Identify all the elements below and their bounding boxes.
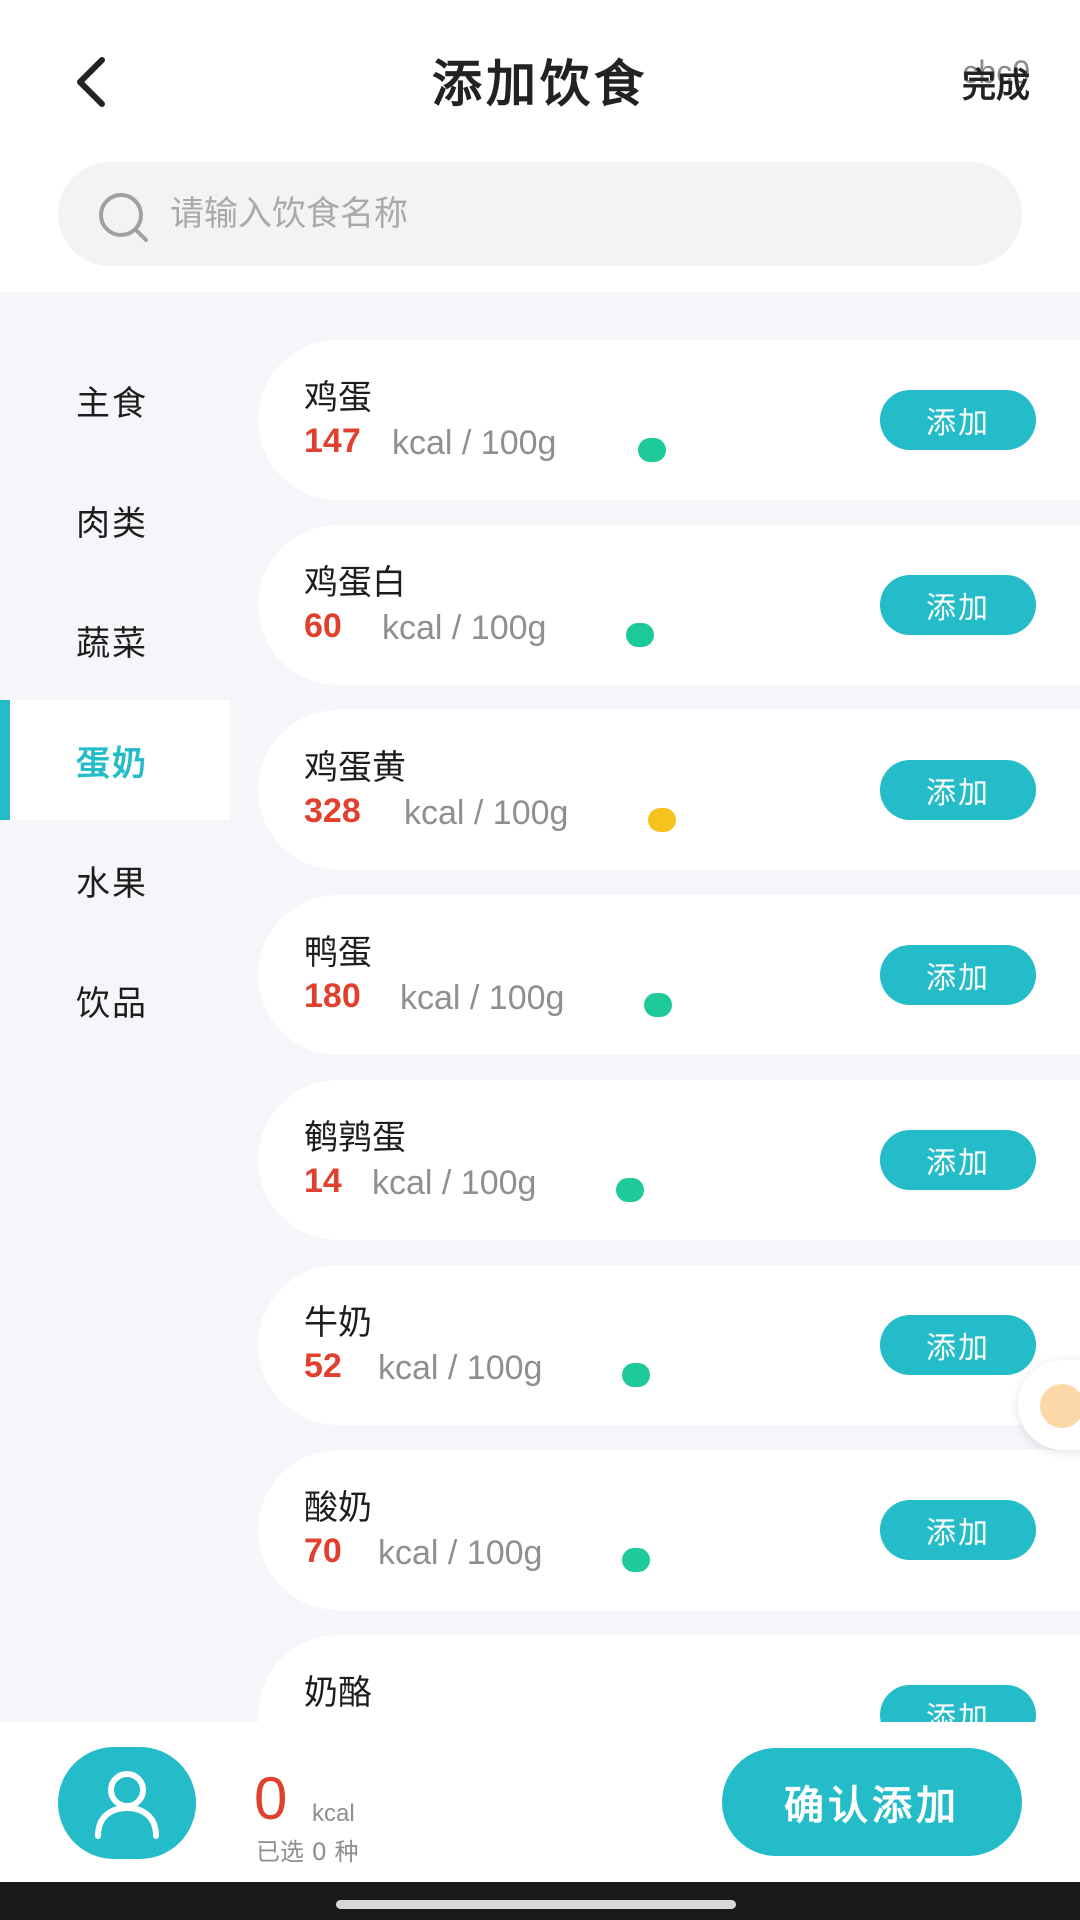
calorie-level-dot (622, 1548, 650, 1572)
food-item: 鸡蛋 147 kcal / 100g 添加 (258, 340, 1080, 500)
food-name: 鸡蛋黄 (304, 748, 406, 788)
add-button[interactable]: 添加 (880, 1685, 1036, 1722)
food-name: 牛奶 (304, 1303, 372, 1343)
food-name: 酸奶 (304, 1488, 372, 1528)
home-indicator[interactable] (336, 1900, 736, 1909)
category-label: 水果 (76, 863, 148, 904)
category-label: 饮品 (76, 983, 148, 1024)
calorie-level-dot (648, 808, 676, 832)
food-item: 鸡蛋黄 328 kcal / 100g 添加 (258, 710, 1080, 870)
category-drinks[interactable]: 饮品 (0, 940, 230, 1060)
food-item: 酸奶 70 kcal / 100g 添加 (258, 1450, 1080, 1610)
food-list[interactable]: 鸡蛋 147 kcal / 100g 添加 鸡蛋白 60 kcal / 100g… (258, 340, 1080, 1722)
add-button[interactable]: 添加 (880, 1500, 1036, 1560)
category-label: 蔬菜 (76, 623, 148, 664)
food-kcal: 147 (304, 422, 361, 460)
header: 添加饮食 cbc0 完成 (0, 0, 1080, 160)
confirm-add-button[interactable]: 确认添加 (722, 1748, 1022, 1856)
add-button[interactable]: 添加 (880, 575, 1036, 635)
food-name: 鹌鹑蛋 (304, 1118, 406, 1158)
food-unit: kcal / 100g (382, 609, 547, 647)
food-kcal: 14 (304, 1162, 342, 1200)
search-bar[interactable] (58, 162, 1022, 266)
add-button[interactable]: 添加 (880, 1130, 1036, 1190)
food-name: 鸭蛋 (304, 933, 372, 973)
search-icon (99, 193, 148, 242)
category-staple[interactable]: 主食 (0, 340, 230, 460)
user-icon (95, 1771, 159, 1839)
food-kcal: 52 (304, 1347, 342, 1385)
food-name: 鸡蛋白 (304, 563, 406, 603)
food-unit: kcal / 100g (392, 424, 557, 462)
category-vegetables[interactable]: 蔬菜 (0, 580, 230, 700)
selected-count: 已选 0 种 (256, 1838, 359, 1866)
food-item: 鸭蛋 180 kcal / 100g 添加 (258, 895, 1080, 1055)
add-button[interactable]: 添加 (880, 760, 1036, 820)
category-fruit[interactable]: 水果 (0, 820, 230, 940)
search-input[interactable] (170, 162, 990, 266)
food-unit: kcal / 100g (378, 1349, 543, 1387)
calorie-level-dot (616, 1178, 644, 1202)
done-label: 完成 (962, 66, 1030, 106)
avatar[interactable] (58, 1747, 196, 1859)
food-unit: kcal / 100g (404, 794, 569, 832)
calorie-level-dot (622, 1363, 650, 1387)
food-kcal: 180 (304, 977, 361, 1015)
bottom-summary-bar: 0 kcal 已选 0 种 确认添加 (0, 1722, 1080, 1882)
total-kcal: 0 (254, 1765, 288, 1832)
food-name: 奶酪 (304, 1673, 372, 1713)
category-label: 主食 (76, 383, 148, 424)
calorie-level-dot (644, 993, 672, 1017)
total-kcal-unit: kcal (312, 1800, 355, 1827)
done-button[interactable]: cbc0 完成 (880, 52, 1030, 112)
food-unit: kcal / 100g (378, 1534, 543, 1572)
system-nav-bar (0, 1882, 1080, 1920)
food-kcal: 328 (304, 792, 361, 830)
add-button[interactable]: 添加 (880, 945, 1036, 1005)
category-label: 蛋奶 (76, 743, 148, 784)
add-button[interactable]: 添加 (880, 1315, 1036, 1375)
calorie-level-dot (638, 438, 666, 462)
food-item: 牛奶 52 kcal / 100g 添加 (258, 1265, 1080, 1425)
category-egg-dairy[interactable]: 蛋奶 (0, 700, 230, 820)
food-kcal: 60 (304, 607, 342, 645)
food-unit: kcal / 100g (400, 979, 565, 1017)
calorie-level-dot (626, 623, 654, 647)
category-sidebar: 主食 肉类 蔬菜 蛋奶 水果 饮品 (0, 340, 230, 1060)
food-unit: kcal / 100g (372, 1164, 537, 1202)
add-button[interactable]: 添加 (880, 390, 1036, 450)
category-meat[interactable]: 肉类 (0, 460, 230, 580)
food-name: 鸡蛋 (304, 378, 372, 418)
food-kcal: 70 (304, 1532, 342, 1570)
floating-widget-dot (1040, 1384, 1080, 1428)
food-item: 鸡蛋白 60 kcal / 100g 添加 (258, 525, 1080, 685)
category-label: 肉类 (76, 503, 148, 544)
food-item: 鹌鹑蛋 14 kcal / 100g 添加 (258, 1080, 1080, 1240)
food-item: 奶酪 添加 (258, 1635, 1080, 1722)
